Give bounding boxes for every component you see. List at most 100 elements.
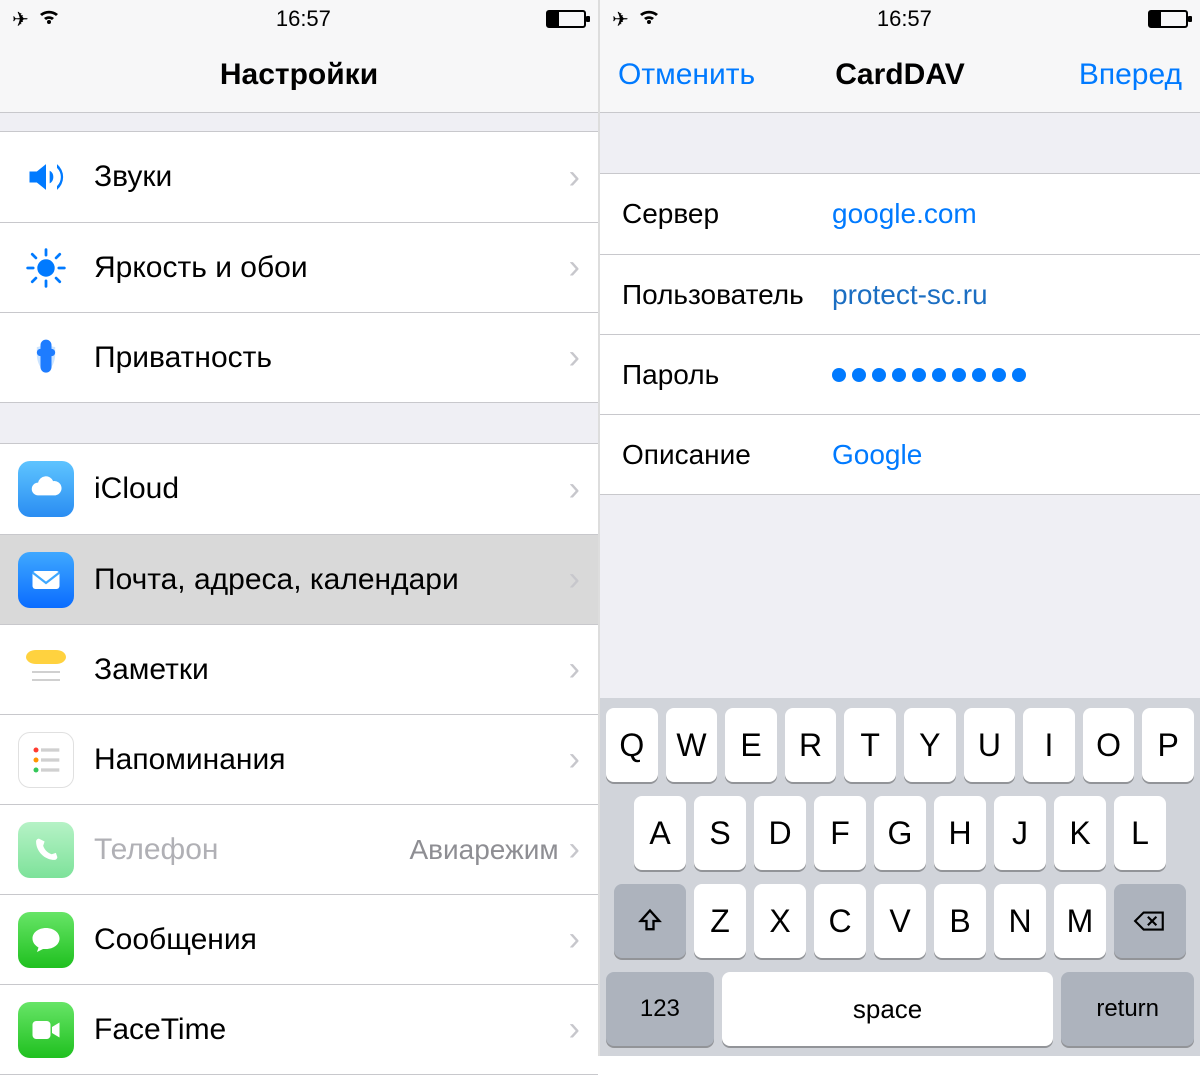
chevron-right-icon: › [569, 560, 580, 599]
row-label: Яркость и обои [94, 251, 569, 285]
key-i[interactable]: I [1023, 708, 1075, 782]
key-s[interactable]: S [694, 796, 746, 870]
key-l[interactable]: L [1114, 796, 1166, 870]
key-x[interactable]: X [754, 884, 806, 958]
field-label: Пользователь [622, 279, 832, 311]
key-a[interactable]: A [634, 796, 686, 870]
settings-row-sounds[interactable]: Звуки › [0, 132, 598, 222]
settings-row-facetime[interactable]: FaceTime › [0, 984, 598, 1074]
key-k[interactable]: K [1054, 796, 1106, 870]
row-label: Заметки [94, 653, 569, 687]
field-value[interactable]: Google [832, 439, 1178, 471]
mode-key[interactable]: 123 [606, 972, 714, 1046]
settings-row-mail[interactable]: Почта, адреса, календари › [0, 534, 598, 624]
chevron-right-icon: › [569, 1010, 580, 1049]
key-d[interactable]: D [754, 796, 806, 870]
battery-icon [1148, 10, 1188, 28]
phone-icon [18, 822, 74, 878]
user-field[interactable]: Пользователь protect-sc.ru [600, 254, 1200, 334]
shift-key[interactable] [614, 884, 686, 958]
key-u[interactable]: U [964, 708, 1016, 782]
airplane-icon: ✈ [12, 7, 29, 32]
wifi-icon [37, 6, 61, 32]
next-button[interactable]: Вперед [1042, 58, 1182, 92]
key-z[interactable]: Z [694, 884, 746, 958]
icloud-icon [18, 461, 74, 517]
settings-row-messages[interactable]: Сообщения › [0, 894, 598, 984]
chevron-right-icon: › [569, 830, 580, 869]
server-field[interactable]: Сервер google.com [600, 174, 1200, 254]
return-key[interactable]: return [1061, 972, 1194, 1046]
key-h[interactable]: H [934, 796, 986, 870]
notes-icon [18, 642, 74, 698]
key-f[interactable]: F [814, 796, 866, 870]
key-e[interactable]: E [725, 708, 777, 782]
privacy-icon [18, 330, 74, 386]
settings-row-notes[interactable]: Заметки › [0, 624, 598, 714]
messages-icon [18, 912, 74, 968]
chevron-right-icon: › [569, 248, 580, 287]
cancel-button[interactable]: Отменить [618, 58, 758, 92]
field-value[interactable]: google.com [832, 198, 1178, 230]
key-n[interactable]: N [994, 884, 1046, 958]
page-title: CardDAV [758, 58, 1042, 92]
key-q[interactable]: Q [606, 708, 658, 782]
key-y[interactable]: Y [904, 708, 956, 782]
space-key[interactable]: space [722, 972, 1054, 1046]
chevron-right-icon: › [569, 470, 580, 509]
description-field[interactable]: Описание Google [600, 414, 1200, 494]
keyboard: QWERTYUIOP ASDFGHJKL ZXCVBNM 123 space r… [600, 698, 1200, 1056]
settings-row-reminders[interactable]: Напоминания › [0, 714, 598, 804]
chevron-right-icon: › [569, 158, 580, 197]
row-label: Напоминания [94, 743, 569, 777]
settings-group-1: Звуки › Яркость и обои › Приватность › [0, 131, 598, 403]
row-label: Приватность [94, 341, 569, 375]
carddav-screen: ✈ 16:57 Отменить CardDAV Вперед Сервер g… [600, 0, 1200, 1056]
nav-bar: Настройки [0, 38, 598, 113]
row-label: Сообщения [94, 923, 569, 957]
password-field[interactable]: Пароль [600, 334, 1200, 414]
settings-row-brightness[interactable]: Яркость и обои › [0, 222, 598, 312]
key-p[interactable]: P [1142, 708, 1194, 782]
sound-icon [18, 149, 74, 205]
facetime-icon [18, 1002, 74, 1058]
field-value[interactable]: protect-sc.ru [832, 279, 1178, 311]
status-bar: ✈ 16:57 [600, 0, 1200, 38]
row-value: Авиарежим [409, 834, 558, 866]
reminders-icon [18, 732, 74, 788]
settings-row-privacy[interactable]: Приватность › [0, 312, 598, 402]
key-g[interactable]: G [874, 796, 926, 870]
status-time: 16:57 [276, 6, 331, 32]
row-label: FaceTime [94, 1013, 569, 1047]
row-label: Почта, адреса, календари [94, 563, 569, 597]
key-o[interactable]: O [1083, 708, 1135, 782]
nav-bar: Отменить CardDAV Вперед [600, 38, 1200, 113]
status-bar: ✈ 16:57 [0, 0, 598, 38]
battery-icon [546, 10, 586, 28]
chevron-right-icon: › [569, 920, 580, 959]
key-w[interactable]: W [666, 708, 718, 782]
key-j[interactable]: J [994, 796, 1046, 870]
carddav-form: Сервер google.com Пользователь protect-s… [600, 173, 1200, 495]
key-t[interactable]: T [844, 708, 896, 782]
key-b[interactable]: B [934, 884, 986, 958]
chevron-right-icon: › [569, 740, 580, 779]
field-label: Описание [622, 439, 832, 471]
wifi-icon [637, 6, 661, 32]
field-value[interactable] [832, 368, 1178, 382]
key-v[interactable]: V [874, 884, 926, 958]
page-title: Настройки [158, 58, 440, 92]
brightness-icon [18, 240, 74, 296]
key-r[interactable]: R [785, 708, 837, 782]
mail-icon [18, 552, 74, 608]
row-label: iCloud [94, 472, 569, 506]
settings-row-phone[interactable]: Телефон Авиарежим › [0, 804, 598, 894]
row-label: Телефон [94, 833, 409, 867]
settings-row-icloud[interactable]: iCloud › [0, 444, 598, 534]
status-time: 16:57 [877, 6, 932, 32]
key-c[interactable]: C [814, 884, 866, 958]
row-label: Звуки [94, 160, 569, 194]
backspace-key[interactable] [1114, 884, 1186, 958]
field-label: Сервер [622, 198, 832, 230]
key-m[interactable]: M [1054, 884, 1106, 958]
